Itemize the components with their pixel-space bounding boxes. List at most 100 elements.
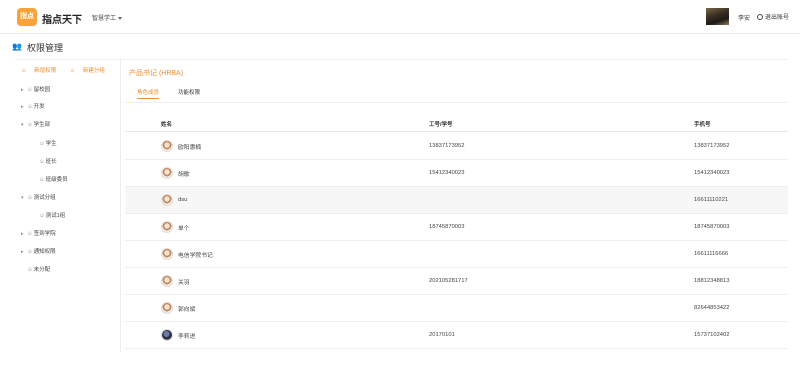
table-row[interactable]: 欧阳惠楠 13837173952 13837173952 xyxy=(125,133,788,160)
column-header-phone: 手机号 xyxy=(694,121,711,128)
folder-add-icon: ☺ xyxy=(69,68,76,74)
tree-item-class-committee[interactable]: ☺班级委员 xyxy=(33,175,68,183)
phone-cell: 16611110221 xyxy=(694,197,729,203)
user-add-icon: ☺ xyxy=(21,68,27,74)
role-detail: 产品书记 (HRBA) 角色成员 功能权限 姓名 工号/学号 手机号 欧阳惠楠 … xyxy=(121,60,788,352)
name-cell: 电信学院书记 xyxy=(161,241,213,267)
top-bar: 指点 指点天下 智慧学工 李安 退出账号 xyxy=(0,0,800,34)
id-cell: 13837173952 xyxy=(429,143,465,149)
tree-item-label: 通知权限 xyxy=(33,249,56,255)
avatar xyxy=(161,194,173,206)
member-name: 单个 xyxy=(178,225,190,232)
tree-item-campus[interactable]: ▸ ☺留校园 xyxy=(21,85,50,93)
tab-divider xyxy=(125,102,788,103)
user-icon: ☺ xyxy=(27,249,33,255)
tree-item-label: 班长 xyxy=(45,159,57,165)
user-icon: ☺ xyxy=(39,213,45,219)
logout-label: 退出账号 xyxy=(765,15,790,21)
tree-item-label: 留校园 xyxy=(33,87,51,93)
tab-permissions[interactable]: 功能权限 xyxy=(178,88,200,96)
power-icon xyxy=(757,14,763,21)
table-row[interactable]: 单个 18745870003 18745870003 xyxy=(125,214,788,241)
id-cell: 202105281717 xyxy=(429,278,468,284)
table-row[interactable]: 电信学院书记 16611116666 xyxy=(125,241,788,268)
phone-cell: 18812348813 xyxy=(694,278,730,284)
user-icon: ☺ xyxy=(27,122,33,128)
content-panel: ☺ 新增权限 ☺ 新建分组 ▸ ☺留校园 ▸ ☺开发 ▾ ☺学生部 ☺学生 ☺班长 ☺… xyxy=(17,59,788,352)
user-icon: ☺ xyxy=(27,231,33,237)
user-icon: ☺ xyxy=(27,267,33,273)
user-icon: ☺ xyxy=(39,177,45,183)
name-cell: 李莉进 xyxy=(161,322,195,348)
name-cell: 郭向斌 xyxy=(161,295,195,321)
tree-item-test-group[interactable]: ▾ ☺测试分组 xyxy=(21,193,56,201)
tree-item-label: 学生 xyxy=(45,141,57,147)
avatar xyxy=(161,167,173,179)
table-header: 姓名 工号/学号 手机号 xyxy=(125,116,788,132)
logout-button[interactable]: 退出账号 xyxy=(757,12,789,21)
user-group-icon: 👥 xyxy=(12,42,22,51)
member-name: 李莉进 xyxy=(178,333,196,340)
user-icon: ☺ xyxy=(39,141,45,147)
tree-item-label: 测试分组 xyxy=(33,195,56,201)
user-icon: ☺ xyxy=(27,195,33,201)
tree-item-unassigned[interactable]: ☺未分配 xyxy=(21,265,50,273)
brand-name: 指点天下 xyxy=(42,15,82,26)
tree-item-monitor[interactable]: ☺班长 xyxy=(33,157,57,165)
column-header-name: 姓名 xyxy=(161,121,173,128)
member-name: 关羽 xyxy=(178,279,190,286)
table-row[interactable]: 关羽 202105281717 18812348813 xyxy=(125,268,788,295)
name-cell: 关羽 xyxy=(161,268,190,294)
avatar xyxy=(161,302,173,314)
nav-dropdown-label: 智慧学工 xyxy=(92,16,117,22)
id-cell: 20170101 xyxy=(429,332,455,338)
name-cell: 欧阳惠楠 xyxy=(161,133,201,159)
user-avatar[interactable] xyxy=(706,8,729,25)
user-name[interactable]: 李安 xyxy=(738,13,750,22)
phone-cell: 15737102402 xyxy=(694,332,730,338)
id-cell: 18745870003 xyxy=(429,224,465,230)
table-row[interactable]: 胡歌 15412340023 15412340023 xyxy=(125,160,788,187)
phone-cell: 82644853422 xyxy=(694,305,730,311)
user-icon: ☺ xyxy=(39,159,45,165)
tree-item-label: 签到学院 xyxy=(33,231,56,237)
page-title: 权限管理 xyxy=(27,43,64,53)
member-name: 胡歌 xyxy=(178,171,190,178)
add-group-button[interactable]: ☺ 新建分组 xyxy=(70,68,111,74)
tree-item-label: 学生部 xyxy=(33,122,51,128)
name-cell: dsu xyxy=(161,187,187,213)
table-row[interactable]: 李莉进 20170101 15737102402 xyxy=(125,322,788,349)
table-row[interactable]: 郭向斌 82644853422 xyxy=(125,295,788,322)
tree-item-label: 未分配 xyxy=(33,267,51,273)
table-row[interactable]: dsu 16611110221 xyxy=(125,187,788,214)
avatar xyxy=(161,221,173,233)
phone-cell: 18745870003 xyxy=(694,224,730,230)
tab-members[interactable]: 角色成员 xyxy=(137,88,160,99)
page-header: 👥 权限管理 xyxy=(0,34,800,59)
member-name: dsu xyxy=(178,197,188,203)
phone-cell: 16611116666 xyxy=(694,251,729,257)
tree-item-dev[interactable]: ▸ ☺开发 xyxy=(21,102,45,110)
phone-cell: 15412340023 xyxy=(694,170,730,176)
member-name: 郭向斌 xyxy=(178,306,196,313)
logo[interactable]: 指点 xyxy=(17,8,37,26)
role-title: 产品书记 (HRBA) xyxy=(129,70,184,77)
id-cell: 15412340023 xyxy=(429,170,465,176)
tree-item-checkin[interactable]: ▸ ☺签到学院 xyxy=(21,229,56,237)
member-name: 电信学院书记 xyxy=(178,252,213,259)
tree-item-student[interactable]: ☺学生 xyxy=(33,139,57,147)
phone-cell: 13837173952 xyxy=(694,143,730,149)
tree-item-notify[interactable]: ▸ ☺通知权限 xyxy=(21,247,56,255)
column-header-id: 工号/学号 xyxy=(429,121,453,128)
user-icon: ☺ xyxy=(27,87,33,93)
avatar xyxy=(161,275,173,287)
sidebar-actions: ☺ 新增权限 ☺ 新建分组 xyxy=(21,66,117,74)
nav-dropdown[interactable]: 智慧学工 xyxy=(92,13,123,22)
tree-item-label: 开发 xyxy=(33,104,45,110)
tree-item-test-1[interactable]: ☺测试1组 xyxy=(33,211,65,219)
add-group-label: 新建分组 xyxy=(82,68,105,74)
member-name: 欧阳惠楠 xyxy=(178,144,202,151)
tree-item-student-dept[interactable]: ▾ ☺学生部 xyxy=(21,120,50,128)
add-permission-button[interactable]: ☺ 新增权限 xyxy=(21,68,62,74)
role-tree-sidebar: ☺ 新增权限 ☺ 新建分组 ▸ ☺留校园 ▸ ☺开发 ▾ ☺学生部 ☺学生 ☺班长 ☺… xyxy=(17,60,121,352)
